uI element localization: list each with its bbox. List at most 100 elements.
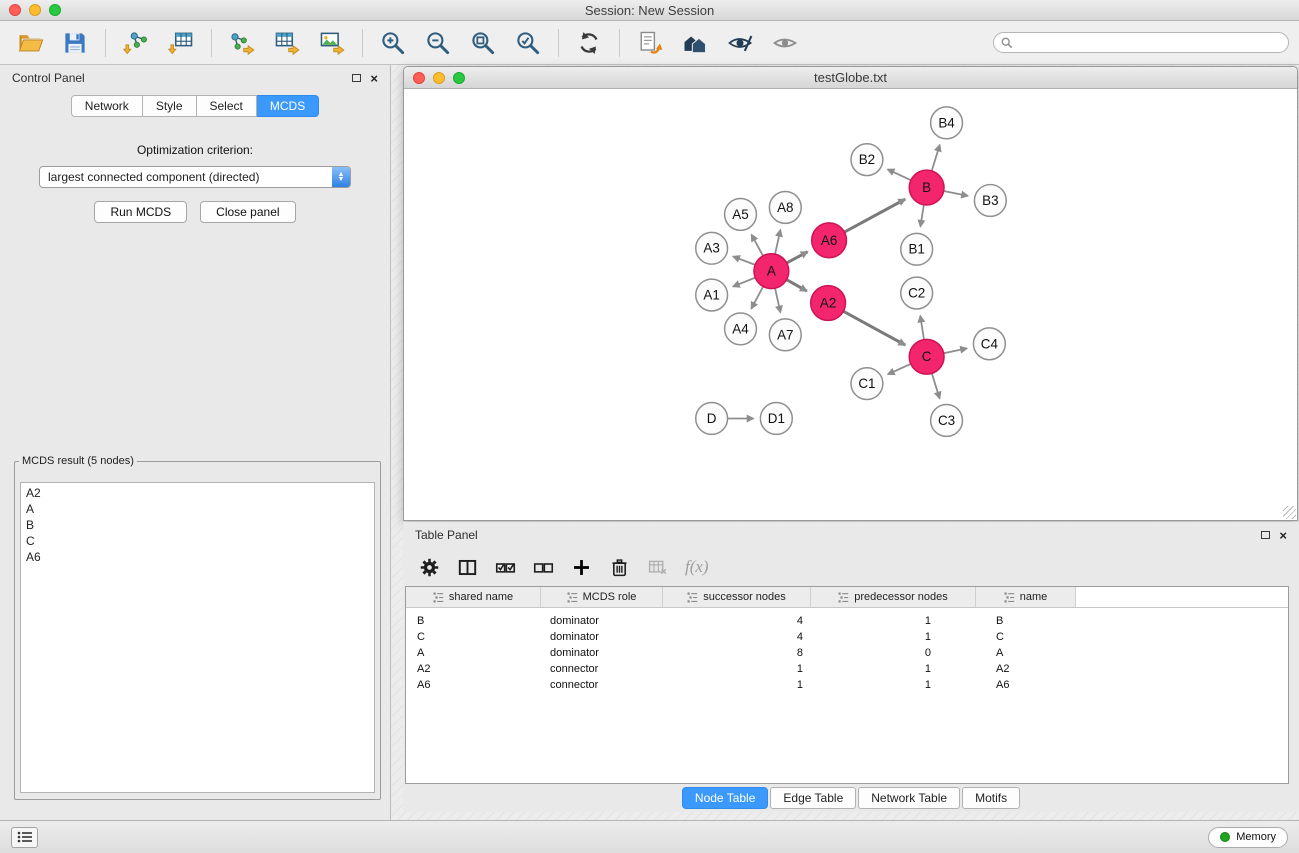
graph-edge-A-A1[interactable] [733,278,755,287]
table-row[interactable]: A6connector11A6 [406,677,1288,693]
graph-node-A6[interactable]: A6 [812,223,847,258]
graph-edge-A-A6[interactable] [787,252,808,263]
graph-node-A3[interactable]: A3 [696,232,728,264]
table-tab-network-table[interactable]: Network Table [858,787,960,809]
zoom-selected-button[interactable] [508,25,548,61]
graph-node-C1[interactable]: C1 [851,368,883,400]
graph-node-C2[interactable]: C2 [901,277,933,309]
table-row[interactable]: Bdominator41B [406,613,1288,629]
mcds-result-item[interactable]: C [26,533,369,549]
float-table-panel-icon[interactable] [1261,531,1270,539]
network-zoom-button[interactable] [453,72,465,84]
graph-edge-A-A7[interactable] [775,288,780,312]
export-image-button[interactable] [312,25,352,61]
graph-node-B1[interactable]: B1 [901,233,933,265]
graph-node-D1[interactable]: D1 [760,403,792,435]
show-columns-button[interactable] [457,557,478,578]
close-panel-button[interactable]: Close panel [200,201,295,223]
fullscreen-window-button[interactable] [49,4,61,16]
graph-node-C4[interactable]: C4 [973,328,1005,360]
graph-edge-B-B1[interactable] [920,205,923,227]
network-close-button[interactable] [413,72,425,84]
table-row[interactable]: A2connector11A2 [406,661,1288,677]
column-header-successor-nodes[interactable]: successor nodes [663,587,811,607]
save-session-button[interactable] [55,25,95,61]
graph-node-A5[interactable]: A5 [725,198,757,230]
function-builder-button[interactable]: f(x) [685,557,709,577]
create-column-button[interactable] [571,557,592,578]
graph-edge-A-A4[interactable] [751,286,763,308]
column-header-mcds-role[interactable]: MCDS role [541,587,663,607]
zoom-fit-button[interactable] [463,25,503,61]
network-window-titlebar[interactable]: testGlobe.txt [404,67,1297,89]
graph-edge-A-A2[interactable] [787,280,807,291]
deselect-all-columns-button[interactable] [533,557,554,578]
hide-graphics-details-button[interactable] [720,25,760,61]
home-gallery-button[interactable] [675,25,715,61]
mcds-result-item[interactable]: B [26,517,369,533]
graph-node-C3[interactable]: C3 [931,405,963,437]
search-input[interactable] [1018,36,1281,50]
graph-node-A[interactable]: A [754,254,789,289]
table-tab-motifs[interactable]: Motifs [962,787,1020,809]
graph-edge-B-B4[interactable] [932,145,940,171]
table-settings-button[interactable] [419,557,440,578]
graph-node-B[interactable]: B [909,170,944,205]
graph-node-A8[interactable]: A8 [769,192,801,224]
panel-chooser-button[interactable] [11,827,38,848]
optimization-criterion-select[interactable]: largest connected component (directed) ▲… [39,166,351,188]
delete-table-button[interactable] [647,557,668,578]
graph-edge-A6-B[interactable] [844,199,905,232]
control-tab-network[interactable]: Network [71,95,143,117]
import-table-button[interactable] [161,25,201,61]
graph-edge-C-C3[interactable] [932,373,940,398]
zoom-in-button[interactable] [373,25,413,61]
graph-edge-B-B3[interactable] [944,191,968,196]
table-row[interactable]: Adominator80A [406,645,1288,661]
graph-node-B4[interactable]: B4 [931,107,963,139]
graph-edge-A2-C[interactable] [843,311,905,345]
close-table-panel-icon[interactable]: × [1279,529,1287,542]
open-file-button[interactable] [630,25,670,61]
mcds-result-item[interactable]: A2 [26,485,369,501]
birds-eye-view-button[interactable] [765,25,805,61]
control-tab-mcds[interactable]: MCDS [257,95,319,117]
run-mcds-button[interactable]: Run MCDS [94,201,187,223]
mcds-result-item[interactable]: A [26,501,369,517]
zoom-out-button[interactable] [418,25,458,61]
graph-edge-A-A3[interactable] [733,256,755,264]
open-session-button[interactable] [10,25,50,61]
table-row[interactable]: Cdominator41C [406,629,1288,645]
graph-edge-C-C1[interactable] [888,364,911,374]
close-window-button[interactable] [9,4,21,16]
graph-node-C[interactable]: C [909,339,944,374]
graph-node-A2[interactable]: A2 [811,286,846,321]
mcds-result-list[interactable]: A2ABCA6 [20,482,375,793]
graph-node-B3[interactable]: B3 [974,185,1006,217]
network-minimize-button[interactable] [433,72,445,84]
table-tab-node-table[interactable]: Node Table [682,787,769,809]
window-resize-grip[interactable] [1283,506,1296,519]
export-table-button[interactable] [267,25,307,61]
column-header-shared-name[interactable]: shared name [406,587,541,607]
graph-edge-C-C2[interactable] [920,316,924,340]
control-tab-style[interactable]: Style [143,95,197,117]
memory-button[interactable]: Memory [1208,827,1288,848]
import-network-button[interactable] [116,25,156,61]
graph-node-B2[interactable]: B2 [851,144,883,176]
select-all-columns-button[interactable] [495,557,516,578]
graph-node-A4[interactable]: A4 [725,313,757,345]
minimize-window-button[interactable] [29,4,41,16]
table-tab-edge-table[interactable]: Edge Table [770,787,856,809]
refresh-view-button[interactable] [569,25,609,61]
control-tab-select[interactable]: Select [197,95,257,117]
graph-node-A1[interactable]: A1 [696,279,728,311]
graph-edge-A-A8[interactable] [775,230,780,254]
column-header-name[interactable]: name [976,587,1076,607]
close-panel-icon[interactable]: × [370,72,378,85]
column-header-predecessor-nodes[interactable]: predecessor nodes [811,587,976,607]
delete-column-button[interactable] [609,557,630,578]
export-network-button[interactable] [222,25,262,61]
graph-edge-A-A5[interactable] [751,235,763,256]
graph-edge-B-B2[interactable] [888,169,911,180]
